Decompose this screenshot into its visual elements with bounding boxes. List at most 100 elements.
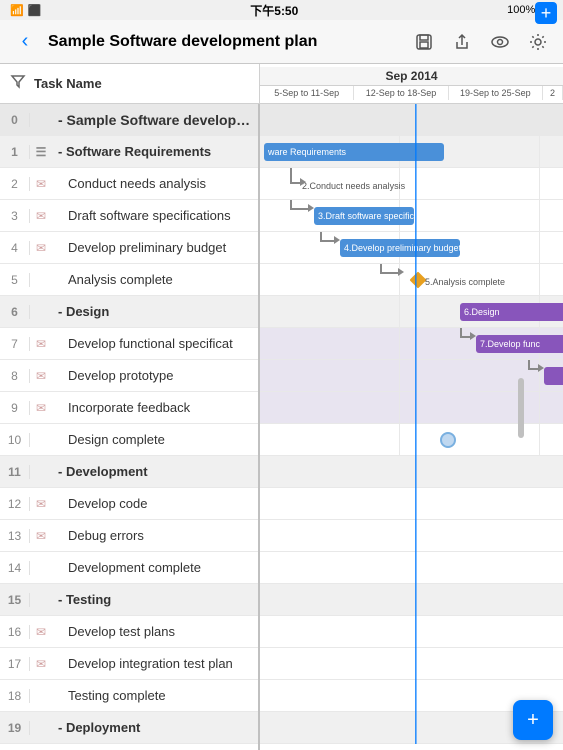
task-row[interactable]: 10 Design complete bbox=[0, 424, 258, 456]
task-name: Debug errors bbox=[52, 528, 258, 543]
task-row[interactable]: 17 ✉ Develop integration test plan bbox=[0, 648, 258, 680]
gantt-bar-func-spec: 7.Develop func bbox=[476, 335, 563, 353]
gantt-row-10 bbox=[260, 424, 563, 456]
task-icon: ☰ bbox=[30, 145, 52, 159]
gantt-bar-prototype bbox=[544, 367, 563, 385]
gantt-row-9 bbox=[260, 392, 563, 424]
task-row[interactable]: 5 Analysis complete bbox=[0, 264, 258, 296]
task-row[interactable]: 2 ✉ Conduct needs analysis bbox=[0, 168, 258, 200]
email-icon: ✉ bbox=[30, 241, 52, 255]
task-row[interactable]: 19 - Deployment bbox=[0, 712, 258, 744]
task-name: - Development bbox=[52, 464, 258, 479]
task-id: 10 bbox=[0, 433, 30, 447]
task-id: 19 bbox=[0, 721, 30, 735]
task-row[interactable]: 9 ✉ Incorporate feedback bbox=[0, 392, 258, 424]
gantt-row-1: ware Requirements bbox=[260, 136, 563, 168]
gantt-row-5: 5.Analysis complete bbox=[260, 264, 563, 296]
week-3: 19-Sep to 25-Sep bbox=[449, 86, 543, 100]
task-id: 16 bbox=[0, 625, 30, 639]
blue-dot-milestone bbox=[440, 432, 456, 448]
email-icon: ✉ bbox=[30, 369, 52, 383]
back-button[interactable]: ‹ bbox=[10, 27, 40, 57]
email-icon: ✉ bbox=[30, 177, 52, 191]
status-left-icons: 📶 ⬛ bbox=[10, 4, 41, 17]
task-name: Analysis complete bbox=[52, 272, 258, 287]
main-content: 0 - Sample Software development p 1 ☰ - … bbox=[0, 104, 563, 750]
task-row[interactable]: 12 ✉ Develop code bbox=[0, 488, 258, 520]
signal-icon: ⬛ bbox=[28, 4, 42, 17]
gantt-row-0 bbox=[260, 104, 563, 136]
task-name: Develop functional specificat bbox=[52, 336, 258, 351]
email-icon: ✉ bbox=[30, 209, 52, 223]
task-row[interactable]: 1 ☰ - Software Requirements bbox=[0, 136, 258, 168]
share-button[interactable] bbox=[447, 27, 477, 57]
email-icon: ✉ bbox=[30, 497, 52, 511]
save-button[interactable] bbox=[409, 27, 439, 57]
task-id: 1 bbox=[0, 145, 30, 159]
email-icon: ✉ bbox=[30, 657, 52, 671]
nav-bar: ‹ Sample Software development plan bbox=[0, 20, 563, 64]
task-row[interactable]: 4 ✉ Develop preliminary budget bbox=[0, 232, 258, 264]
column-header: Task Name bbox=[34, 76, 102, 91]
gantt-row-16 bbox=[260, 616, 563, 648]
task-id: 17 bbox=[0, 657, 30, 671]
task-name: Development complete bbox=[52, 560, 258, 575]
task-name: Develop preliminary budget bbox=[52, 240, 258, 255]
task-list: 0 - Sample Software development p 1 ☰ - … bbox=[0, 104, 260, 750]
task-id: 11 bbox=[0, 465, 30, 479]
week-4: 2 bbox=[543, 86, 563, 100]
gantt-row-7: 7.Develop func bbox=[260, 328, 563, 360]
task-id: 9 bbox=[0, 401, 30, 415]
filter-button[interactable]: Task Name bbox=[0, 64, 260, 103]
task-row[interactable]: 11 - Development bbox=[0, 456, 258, 488]
gantt-weeks: 5-Sep to 11-Sep 12-Sep to 18-Sep 19-Sep … bbox=[260, 86, 563, 100]
task-id: 2 bbox=[0, 177, 30, 191]
fab-button[interactable]: + bbox=[513, 700, 553, 740]
status-bar: 📶 ⬛ 下午5:50 100% 🔋 bbox=[0, 0, 563, 20]
eye-button[interactable] bbox=[485, 27, 515, 57]
task-id: 6 bbox=[0, 305, 30, 319]
task-row[interactable]: 14 Development complete bbox=[0, 552, 258, 584]
task-name: Incorporate feedback bbox=[52, 400, 258, 415]
toolbar-row: Task Name Sep 2014 5-Sep to 11-Sep 12-Se… bbox=[0, 64, 563, 104]
gantt-row-4: 4.Develop preliminary budget bbox=[260, 232, 563, 264]
task-id: 0 bbox=[0, 113, 30, 127]
task-name: - Sample Software development p bbox=[52, 112, 258, 128]
task-id: 15 bbox=[0, 593, 30, 607]
email-icon: ✉ bbox=[30, 529, 52, 543]
task-row[interactable]: 6 - Design bbox=[0, 296, 258, 328]
task-id: 4 bbox=[0, 241, 30, 255]
task-row[interactable]: 0 - Sample Software development p bbox=[0, 104, 258, 136]
gantt-bar-design: 6.Design bbox=[460, 303, 563, 321]
gantt-header: Sep 2014 5-Sep to 11-Sep 12-Sep to 18-Se… bbox=[260, 67, 563, 100]
task-name: - Deployment bbox=[52, 720, 258, 735]
status-time: 下午5:50 bbox=[250, 2, 298, 19]
task-row[interactable]: 15 - Testing bbox=[0, 584, 258, 616]
gantt-row-3: 3.Draft software specifications bbox=[260, 200, 563, 232]
task-name: Design complete bbox=[52, 432, 258, 447]
task-id: 3 bbox=[0, 209, 30, 223]
email-icon: ✉ bbox=[30, 625, 52, 639]
task-row[interactable]: 18 Testing complete bbox=[0, 680, 258, 712]
gantt-row-17 bbox=[260, 648, 563, 680]
task-row[interactable]: 3 ✉ Draft software specifications bbox=[0, 200, 258, 232]
gantt-area[interactable]: ware Requirements 2.Conduct needs analys… bbox=[260, 104, 563, 750]
gantt-row-15 bbox=[260, 584, 563, 616]
task-row[interactable]: 13 ✉ Debug errors bbox=[0, 520, 258, 552]
gantt-row-2: 2.Conduct needs analysis bbox=[260, 168, 563, 200]
gantt-bar-software-req: ware Requirements bbox=[264, 143, 444, 161]
battery-percent: 100% bbox=[507, 4, 535, 16]
task-name: Draft software specifications bbox=[52, 208, 258, 223]
gantt-row-12 bbox=[260, 488, 563, 520]
gantt-row-14 bbox=[260, 552, 563, 584]
wifi-icon: 📶 bbox=[10, 4, 24, 17]
task-name: Testing complete bbox=[52, 688, 258, 703]
settings-button[interactable] bbox=[523, 27, 553, 57]
task-row[interactable]: 16 ✉ Develop test plans bbox=[0, 616, 258, 648]
task-row[interactable]: 7 ✉ Develop functional specificat bbox=[0, 328, 258, 360]
task-id: 18 bbox=[0, 689, 30, 703]
week-2: 12-Sep to 18-Sep bbox=[354, 86, 448, 100]
task-name: Develop test plans bbox=[52, 624, 258, 639]
gantt-row-13 bbox=[260, 520, 563, 552]
task-row[interactable]: 8 ✉ Develop prototype bbox=[0, 360, 258, 392]
